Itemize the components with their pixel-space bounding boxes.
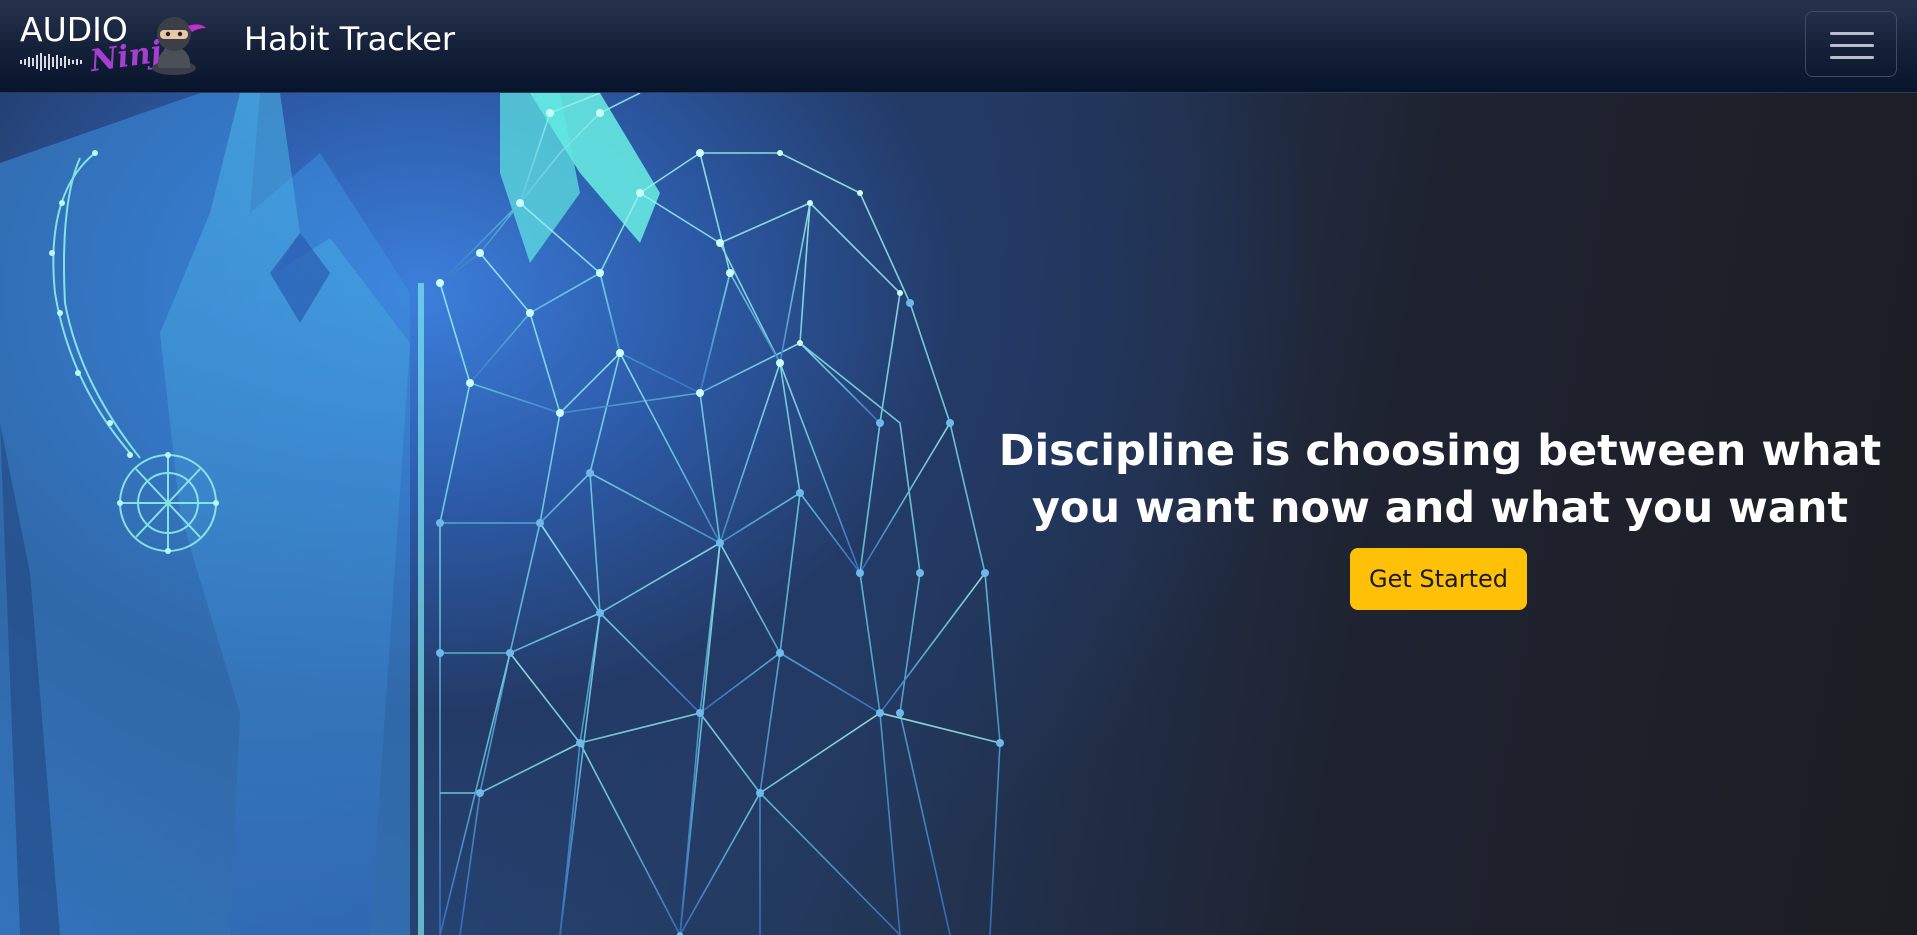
get-started-button[interactable]: Get Started (1350, 548, 1527, 610)
audio-ninja-logo[interactable]: AUDIO Ninja (18, 10, 208, 82)
ninja-mascot-icon (152, 17, 206, 75)
navbar: AUDIO Ninja Habit Tracker (0, 0, 1917, 93)
menu-toggle-button[interactable] (1805, 11, 1897, 77)
hero-section: Discipline is choosing between what you … (0, 93, 1917, 935)
doctor-coat-illustration (0, 93, 1004, 935)
soundwave-icon (20, 53, 82, 71)
brand-title[interactable]: Habit Tracker (244, 20, 455, 58)
